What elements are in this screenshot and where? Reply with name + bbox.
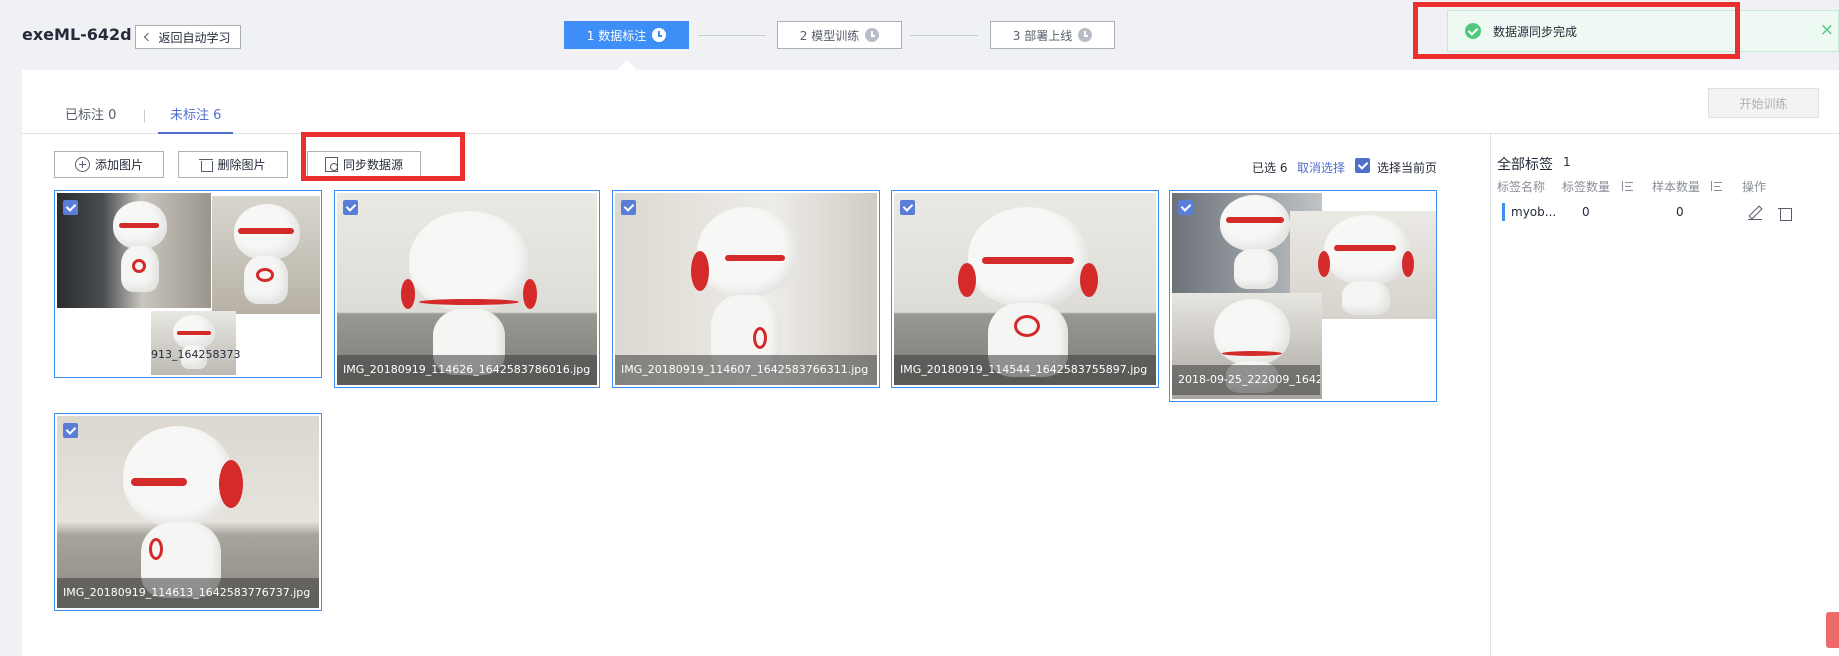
collage-tile: [212, 196, 320, 314]
trash-icon: [199, 158, 214, 172]
labels-panel-title: 全部标签: [1497, 157, 1553, 173]
image-checkbox[interactable]: [343, 200, 358, 215]
select-page-label: 选择当前页: [1377, 161, 1438, 175]
sort-icon[interactable]: [1621, 181, 1633, 192]
delete-image-label: 删除图片: [217, 158, 266, 172]
app-title: exeML-642d: [22, 25, 132, 44]
delete-icon[interactable]: [1778, 206, 1792, 221]
edit-icon[interactable]: [1748, 206, 1762, 221]
image-filename: IMG_20180919_114607_1642583766311.jpg: [615, 355, 877, 385]
column-header-label-count: 标签数量: [1562, 180, 1611, 194]
image-checkbox[interactable]: [900, 200, 915, 215]
annotation-highlight-box: [301, 132, 465, 181]
clock-icon: [652, 28, 667, 42]
select-page-checkbox[interactable]: [1355, 158, 1370, 173]
tab-divider: [144, 110, 145, 123]
delete-image-button[interactable]: 删除图片: [178, 151, 288, 178]
clock-icon: [1078, 28, 1093, 42]
start-training-button[interactable]: 开始训练: [1708, 88, 1819, 118]
label-status-tabs: 已标注 0 未标注 6: [22, 106, 1839, 134]
label-color-bar: [1502, 203, 1505, 221]
step-label: 2 模型训练: [799, 28, 860, 43]
label-name: myob...: [1511, 205, 1557, 219]
image-filename: IMG_20180919_114544_1642583755897.jpg: [894, 355, 1156, 385]
selected-count: 已选 6: [1252, 161, 1288, 175]
label-count-value: 0: [1582, 205, 1590, 219]
image-filename: IMG_20180919_114626_1642583786016.jpg: [337, 355, 597, 385]
close-icon[interactable]: ×: [1820, 21, 1834, 39]
back-button-label: 返回自动学习: [158, 30, 231, 45]
step-deploy[interactable]: 3 部署上线: [990, 21, 1115, 49]
add-image-label: 添加图片: [94, 158, 143, 172]
image-card[interactable]: IMG_20180919_114613_1642583776737.jpg: [54, 413, 322, 611]
image-checkbox[interactable]: [63, 200, 78, 215]
image-checkbox[interactable]: [63, 423, 78, 438]
add-image-button[interactable]: 添加图片: [54, 151, 164, 178]
top-bar: exeML-642d 返回自动学习 1 数据标注 2 模型训练 3 部署上线 数…: [0, 0, 1839, 70]
column-header-sample-count: 样本数量: [1652, 180, 1701, 194]
image-card[interactable]: IMG_20180919_114626_1642583786016.jpg: [334, 190, 600, 388]
clock-icon: [865, 28, 880, 42]
image-card[interactable]: 913_164258373: [54, 190, 322, 378]
sample-count-value: 0: [1676, 205, 1684, 219]
step-model-training[interactable]: 2 模型训练: [777, 21, 902, 49]
step-label: 1 数据标注: [586, 28, 647, 43]
labels-total-count: 1: [1563, 155, 1571, 169]
image-card[interactable]: IMG_20180919_114607_1642583766311.jpg: [612, 190, 880, 388]
tab-labeled[interactable]: 已标注 0: [65, 106, 116, 134]
image-checkbox[interactable]: [1178, 200, 1193, 215]
step-connector: [910, 35, 978, 36]
image-card[interactable]: IMG_20180919_114544_1642583755897.jpg: [891, 190, 1159, 388]
side-feedback-tab[interactable]: [1826, 612, 1839, 648]
step-data-labeling[interactable]: 1 数据标注: [564, 21, 689, 49]
chevron-left-icon: [144, 32, 153, 42]
image-checkbox[interactable]: [621, 200, 636, 215]
cancel-selection-link[interactable]: 取消选择: [1297, 159, 1345, 176]
column-header-name: 标签名称: [1497, 180, 1546, 194]
back-to-automl-button[interactable]: 返回自动学习: [135, 25, 241, 49]
annotation-highlight-box: [1413, 2, 1740, 59]
image-filename: IMG_20180919_114613_1642583776737.jpg: [57, 578, 319, 608]
collage-tile: [57, 193, 211, 308]
plus-circle-icon: [74, 157, 90, 172]
active-step-pointer: [617, 60, 637, 70]
image-filename: 2018-09-25_222009_1642: [1172, 365, 1320, 395]
collage-tile: [151, 311, 236, 375]
step-label: 3 部署上线: [1012, 28, 1073, 43]
tab-unlabeled[interactable]: 未标注 6: [158, 106, 234, 134]
column-header-actions: 操作: [1742, 180, 1767, 194]
image-card[interactable]: 2018-09-25_222009_1642: [1169, 190, 1437, 402]
step-connector: [698, 35, 766, 36]
image-filename: 913_164258373: [151, 348, 241, 361]
sort-icon[interactable]: [1710, 181, 1722, 192]
